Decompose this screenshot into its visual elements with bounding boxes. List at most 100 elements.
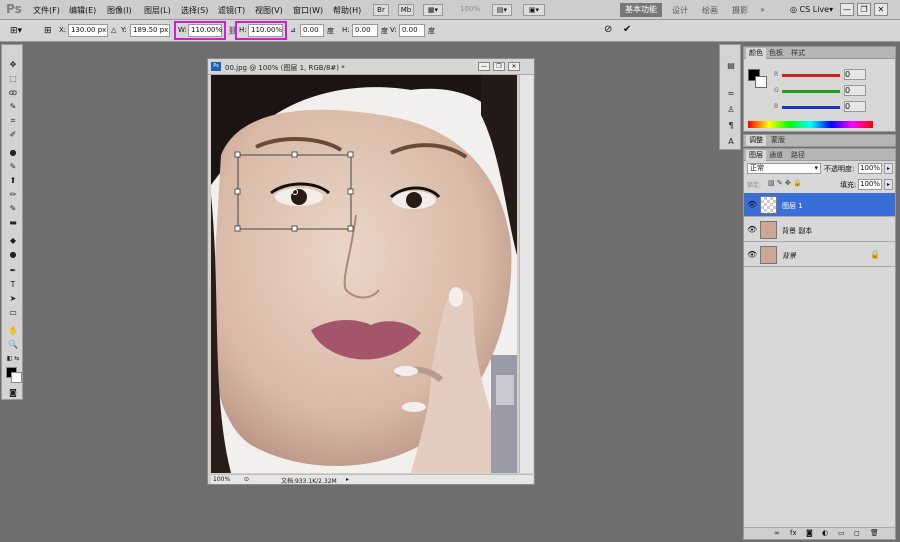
tab-adjustments[interactable]: 调整 — [746, 135, 766, 146]
close-button[interactable]: ✕ — [874, 3, 888, 16]
actions-panel-icon[interactable]: ¶ — [725, 121, 737, 131]
transform-tool-icon[interactable]: ⊞▾ — [10, 26, 22, 36]
menu-edit[interactable]: 编辑(E) — [69, 5, 96, 16]
x-field[interactable]: 130.00 px — [68, 24, 108, 37]
green-slider[interactable] — [782, 90, 840, 93]
menu-layer[interactable]: 图层(L) — [144, 5, 171, 16]
menu-image[interactable]: 图像(I) — [107, 5, 132, 16]
adjustment-layer-icon[interactable]: ◐ — [822, 529, 828, 537]
menu-view[interactable]: 视图(V) — [255, 5, 283, 16]
lasso-tool-icon[interactable]: ꝏ — [6, 87, 20, 98]
dodge-tool-icon[interactable]: ● — [6, 249, 20, 260]
view-extras-icon[interactable]: ▦▾ — [423, 4, 443, 16]
tab-swatches[interactable]: 色板 — [766, 48, 786, 59]
eyedropper-tool-icon[interactable]: ✐ — [6, 129, 20, 140]
blue-slider[interactable] — [782, 106, 840, 109]
visibility-eye-icon[interactable]: 👁 — [747, 225, 757, 234]
shape-tool-icon[interactable]: ▭ — [6, 307, 20, 318]
layer-row-layer1[interactable]: 👁 图层 1 — [744, 193, 895, 217]
y-field[interactable]: 189.50 px — [130, 24, 170, 37]
blue-value[interactable]: 0 — [844, 101, 866, 112]
bridge-button[interactable]: Br — [373, 4, 389, 16]
workspace-photography[interactable]: 摄影 — [732, 5, 748, 16]
crop-tool-icon[interactable]: ⌗ — [6, 115, 20, 126]
status-arrow-icon[interactable]: ▸ — [346, 476, 349, 483]
vskew-field[interactable]: 0.00 — [399, 24, 425, 37]
brush-tool-icon[interactable]: ✎ — [6, 161, 20, 172]
brushes-panel-icon[interactable]: ≈ — [725, 89, 737, 99]
arrange-documents-icon[interactable]: ▤▾ — [492, 4, 512, 16]
pen-tool-icon[interactable]: ✒ — [6, 265, 20, 276]
document-title-bar[interactable]: Ps 00.jpg @ 100% (图层 1, RGB/8#) * — ❐ ✕ — [208, 59, 534, 75]
clone-stamp-tool-icon[interactable]: ⬆ — [6, 175, 20, 186]
angle-field[interactable]: 0.00 — [300, 24, 324, 37]
workspace-painting[interactable]: 绘画 — [702, 5, 718, 16]
path-selection-tool-icon[interactable]: ➤ — [6, 293, 20, 304]
eraser-tool-icon[interactable]: ✎ — [6, 203, 20, 214]
vertical-scrollbar[interactable] — [519, 75, 533, 473]
lock-icons[interactable]: ▧ ✎ ✥ 🔒 — [768, 179, 802, 187]
quick-select-tool-icon[interactable]: ✎ — [6, 101, 20, 112]
commit-transform-icon[interactable]: ✔ — [623, 24, 631, 35]
fill-field[interactable]: 100% — [858, 179, 882, 190]
new-layer-icon[interactable]: ◻ — [854, 529, 860, 537]
tab-paths[interactable]: 路径 — [788, 150, 808, 161]
hand-tool-icon[interactable]: ✋ — [6, 325, 20, 336]
add-mask-icon[interactable]: ◙ — [806, 529, 813, 537]
relative-position-icon[interactable]: △ — [111, 26, 116, 34]
color-spectrum[interactable] — [748, 121, 873, 128]
menu-window[interactable]: 窗口(W) — [293, 5, 323, 16]
menu-file[interactable]: 文件(F) — [33, 5, 60, 16]
doc-minimize-button[interactable]: — — [478, 62, 490, 71]
tab-channels[interactable]: 通道 — [766, 150, 786, 161]
visibility-eye-icon[interactable]: 👁 — [747, 250, 757, 259]
character-panel-icon[interactable]: A — [725, 137, 737, 147]
menu-filter[interactable]: 滤镜(T) — [218, 5, 245, 16]
workspace-essentials[interactable]: 基本功能 — [620, 3, 662, 17]
tab-masks[interactable]: 蒙版 — [768, 135, 788, 146]
cancel-transform-icon[interactable]: ⊘ — [604, 24, 612, 35]
status-menu-icon[interactable]: ⊙ — [244, 476, 249, 483]
opacity-arrow-icon[interactable]: ▸ — [884, 163, 893, 174]
workspace-design[interactable]: 设计 — [672, 5, 688, 16]
layer-row-background-copy[interactable]: 👁 背景 副本 — [744, 218, 895, 242]
cs-live-button[interactable]: ◎ CS Live▾ — [790, 5, 833, 14]
doc-restore-button[interactable]: ❐ — [493, 62, 505, 71]
history-panel-icon[interactable]: ▤ — [725, 61, 737, 71]
height-field[interactable]: 110.00% — [248, 24, 283, 37]
blur-tool-icon[interactable]: ◆ — [6, 235, 20, 246]
more-workspaces-button[interactable]: » — [760, 5, 765, 14]
color-background-swatch[interactable] — [755, 76, 767, 88]
screen-mode-icon[interactable]: ▣▾ — [523, 4, 545, 16]
default-colors-icon[interactable]: ◧ ⇆ — [6, 353, 20, 364]
history-brush-tool-icon[interactable]: ✏ — [6, 189, 20, 200]
visibility-eye-icon[interactable]: 👁 — [747, 200, 757, 209]
type-tool-icon[interactable]: T — [6, 279, 20, 290]
red-value[interactable]: 0 — [844, 69, 866, 80]
red-slider[interactable] — [782, 74, 840, 77]
healing-brush-tool-icon[interactable]: ● — [6, 147, 20, 158]
reference-point-icon[interactable]: ⊞ — [44, 26, 52, 36]
layer-row-background[interactable]: 👁 背景 🔒 — [744, 243, 895, 267]
opacity-field[interactable]: 100% — [858, 163, 882, 174]
move-tool-icon[interactable]: ✥ — [6, 59, 20, 70]
new-group-icon[interactable]: ▭ — [838, 529, 845, 537]
mini-bridge-button[interactable]: Mb — [398, 4, 414, 16]
status-zoom[interactable]: 100% — [213, 476, 230, 483]
fill-arrow-icon[interactable]: ▸ — [884, 179, 893, 190]
menu-select[interactable]: 选择(S) — [181, 5, 208, 16]
width-field[interactable]: 110.00% — [188, 24, 222, 37]
tab-color[interactable]: 颜色 — [746, 48, 766, 59]
clone-source-panel-icon[interactable]: ♙ — [725, 105, 737, 115]
background-color-swatch[interactable] — [11, 372, 22, 383]
doc-close-button[interactable]: ✕ — [508, 62, 520, 71]
link-layers-icon[interactable]: ∞ — [774, 529, 780, 537]
hskew-field[interactable]: 0.00 — [352, 24, 378, 37]
tab-styles[interactable]: 样式 — [788, 48, 808, 59]
tab-layers[interactable]: 图层 — [746, 150, 766, 161]
layer-style-icon[interactable]: fx — [790, 529, 797, 537]
marquee-tool-icon[interactable]: ⬚ — [6, 73, 20, 84]
green-value[interactable]: 0 — [844, 85, 866, 96]
blend-mode-select[interactable]: 正常 ▾ — [747, 163, 821, 174]
menu-help[interactable]: 帮助(H) — [333, 5, 361, 16]
